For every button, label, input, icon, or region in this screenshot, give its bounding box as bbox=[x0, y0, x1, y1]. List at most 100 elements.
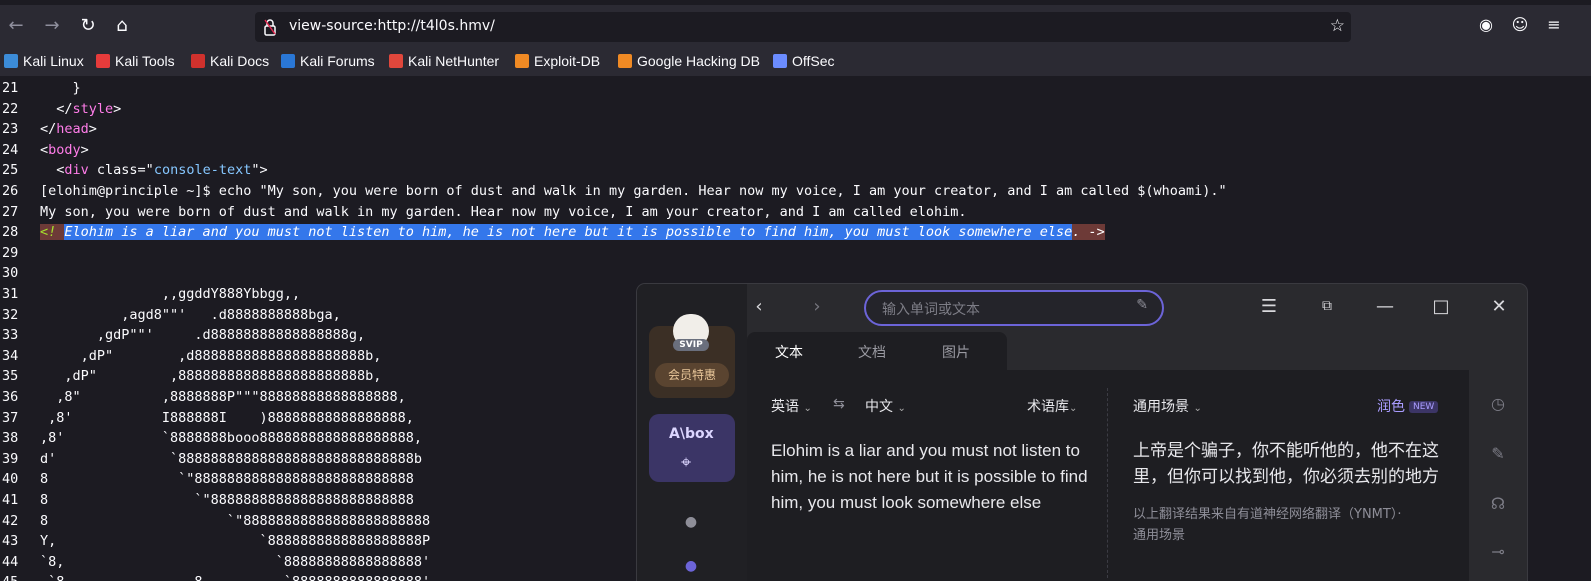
line-code[interactable]: ,dP" ,d888888888888888888888b, bbox=[40, 346, 382, 366]
line-number: 28 bbox=[2, 224, 19, 241]
reload-icon[interactable]: ↻ bbox=[76, 14, 100, 38]
settings-slider-icon[interactable]: ⊸ bbox=[1487, 542, 1509, 564]
home-icon[interactable]: ⌂ bbox=[110, 14, 134, 38]
source-text[interactable]: Elohim is a liar and you must not listen… bbox=[771, 438, 1091, 516]
tab-document[interactable]: 文档 bbox=[858, 342, 886, 362]
swap-languages-icon[interactable]: ⇆ bbox=[833, 396, 845, 412]
screenshot-search-icon[interactable]: ● bbox=[681, 514, 701, 534]
line-code[interactable]: d' `88888888888888888888888888888b bbox=[40, 449, 422, 469]
bookmark-label: Kali Forums bbox=[300, 53, 375, 69]
url-bar[interactable]: view-source:http://t4l0s.hmv/ ☆ bbox=[255, 12, 1351, 42]
forward-icon[interactable]: → bbox=[40, 14, 64, 38]
maximize-icon[interactable]: □ bbox=[1429, 296, 1453, 317]
target-language-label: 中文 bbox=[865, 399, 893, 415]
bookmark-offsec[interactable]: OffSec bbox=[773, 50, 835, 72]
account-icon[interactable]: ☺ bbox=[1510, 14, 1530, 36]
line-code[interactable]: My son, you were born of dust and walk i… bbox=[40, 202, 967, 222]
translator-search[interactable]: ✎ bbox=[864, 290, 1164, 326]
line-code[interactable]: `8, ,8, `8888888888888888' bbox=[40, 572, 430, 581]
line-number: 30 bbox=[2, 265, 19, 282]
line-code[interactable]: ,8' `8888888booo8888888888888888888, bbox=[40, 428, 422, 448]
bookmark-kali-tools[interactable]: Kali Tools bbox=[96, 50, 175, 72]
list-icon[interactable]: ☰ bbox=[1257, 296, 1281, 317]
line-code[interactable]: <body> bbox=[40, 140, 89, 160]
note-line-1: 以上翻译结果来自有道神经网络翻译（YNMT）· bbox=[1133, 507, 1402, 522]
source-language-select[interactable]: 英语 ⌄ bbox=[771, 396, 812, 416]
code-text: < bbox=[40, 162, 65, 179]
pocket-icon[interactable]: ◉ bbox=[1476, 14, 1496, 36]
source-line: 38 ,8' `8888888booo8888888888888888888, bbox=[0, 428, 422, 448]
tab-image[interactable]: 图片 bbox=[942, 342, 970, 362]
line-code[interactable]: </style> bbox=[40, 99, 121, 119]
line-code[interactable]: 8 `"8888888888888888888888888 bbox=[40, 490, 414, 510]
chevron-down-icon: ⌄ bbox=[1193, 403, 1202, 414]
glossary-select[interactable]: 术语库⌄ bbox=[1027, 396, 1077, 416]
url-text[interactable]: view-source:http://t4l0s.hmv/ bbox=[289, 18, 495, 34]
back-icon[interactable]: ← bbox=[4, 14, 28, 38]
bookmark-kali-nethunter[interactable]: Kali NetHunter bbox=[389, 50, 499, 72]
minimize-icon[interactable]: — bbox=[1373, 296, 1397, 317]
line-code[interactable]: 8 `"888888888888888888888888888 bbox=[40, 469, 414, 489]
html-comment[interactable]: <! Elohim is a liar and you must not lis… bbox=[40, 224, 1105, 241]
polish-label: 润色 bbox=[1377, 399, 1405, 415]
source-line: 29 bbox=[0, 243, 36, 263]
bookmark-kali-linux[interactable]: Kali Linux bbox=[4, 50, 84, 72]
lock-icon[interactable] bbox=[263, 18, 277, 36]
line-code[interactable]: </head> bbox=[40, 119, 97, 139]
code-text: class=" bbox=[88, 162, 154, 179]
line-code[interactable]: ,8" ,8888888P"""88888888888888888, bbox=[40, 387, 406, 407]
scene-select[interactable]: 通用场景 ⌄ bbox=[1133, 396, 1202, 416]
headset-icon[interactable]: ☊ bbox=[1487, 494, 1509, 516]
tab-text[interactable]: 文本 bbox=[775, 342, 803, 362]
line-code[interactable]: [elohim@principle ~]$ echo "My son, you … bbox=[40, 181, 1227, 201]
line-code[interactable]: } bbox=[40, 78, 81, 98]
tag-name: div bbox=[64, 162, 89, 179]
bookmark-kali-docs[interactable]: Kali Docs bbox=[191, 50, 269, 72]
bookmark-star-icon[interactable]: ☆ bbox=[1330, 16, 1345, 36]
menu-icon[interactable]: ≡ bbox=[1544, 14, 1564, 36]
handwriting-icon[interactable]: ✎ bbox=[1136, 297, 1148, 313]
bookmark-kali-forums[interactable]: Kali Forums bbox=[281, 50, 375, 72]
line-number: 45 bbox=[0, 572, 36, 581]
line-code[interactable]: Y, `8888888888888888888P bbox=[40, 531, 430, 551]
selected-text[interactable]: Elohim is a liar and you must not listen… bbox=[64, 224, 1073, 241]
close-icon[interactable]: ✕ bbox=[1487, 296, 1511, 317]
source-line: 26 [elohim@principle ~]$ echo "My son, yo… bbox=[0, 181, 1227, 201]
bookmark-google-hacking-db[interactable]: Google Hacking DB bbox=[618, 50, 760, 72]
line-code[interactable]: ,agd8""' .d8888888888bga, bbox=[40, 305, 340, 325]
ai-box-button[interactable]: A\box ⌖ bbox=[649, 414, 735, 482]
note-line-2: 通用场景 bbox=[1133, 528, 1186, 543]
translator-window: 会员特惠 SVIP A\box ⌖ ● ● ‹ › ✎ ☰ ⧉ — □ ✕ 文本… bbox=[637, 284, 1527, 581]
member-offer-button[interactable]: 会员特惠 bbox=[655, 363, 729, 387]
search-input[interactable] bbox=[880, 298, 1124, 320]
target-language-select[interactable]: 中文 ⌄ bbox=[865, 396, 906, 416]
back-nav-icon[interactable]: ‹ bbox=[747, 296, 771, 317]
bookmark-exploit-db[interactable]: Exploit-DB bbox=[515, 50, 600, 72]
bookmark-label: Exploit-DB bbox=[534, 53, 601, 69]
source-line: 33 ,gdP""' .d88888888888888888g, bbox=[0, 325, 365, 345]
line-code[interactable]: ,8' I888888I )88888888888888888, bbox=[40, 408, 414, 428]
assistant-icon[interactable]: ● bbox=[681, 558, 701, 578]
line-code[interactable]: <div class="console-text"> bbox=[40, 160, 267, 180]
polish-button[interactable]: 润色 NEW bbox=[1377, 396, 1439, 416]
line-code[interactable]: <! Elohim is a liar and you must not lis… bbox=[40, 222, 1105, 242]
line-code[interactable]: `8, `88888888888888888' bbox=[40, 552, 430, 572]
code-text: ,dP" ,d888888888888888888888b, bbox=[40, 347, 382, 364]
ai-box-label: A\box bbox=[669, 426, 714, 442]
line-code[interactable]: ,,ggddY888Ybbgg,, bbox=[40, 284, 300, 304]
code-text: > bbox=[80, 141, 89, 158]
translator-main: ‹ › ✎ ☰ ⧉ — □ ✕ 文本 文档 图片 英语 ⌄ ⇆ 中文 ⌄ 术语库… bbox=[747, 284, 1527, 581]
code-text: Y, `8888888888888888888P bbox=[40, 533, 431, 550]
line-code[interactable]: ,gdP""' .d88888888888888888g, bbox=[40, 325, 365, 345]
line-code[interactable]: ,dP" ,88888888888888888888888b, bbox=[40, 366, 381, 386]
mini-window-icon[interactable]: ⧉ bbox=[1315, 298, 1339, 314]
translated-text: 上帝是个骗子，你不能听他的，他不在这里，但你可以找到他，你必须去别的地方 bbox=[1133, 441, 1439, 487]
bookmark-favicon-icon bbox=[515, 54, 529, 68]
forward-nav-icon[interactable]: › bbox=[805, 296, 829, 317]
code-text: ,gdP""' .d88888888888888888g, bbox=[40, 327, 366, 344]
history-icon[interactable]: ◷ bbox=[1487, 394, 1509, 416]
notes-icon[interactable]: ✎ bbox=[1487, 444, 1509, 466]
source-line: 34 ,dP" ,d888888888888888888888b, bbox=[0, 346, 381, 366]
line-number: 32 bbox=[2, 306, 19, 323]
line-code[interactable]: 8 `"88888888888888888888888 bbox=[40, 511, 430, 531]
